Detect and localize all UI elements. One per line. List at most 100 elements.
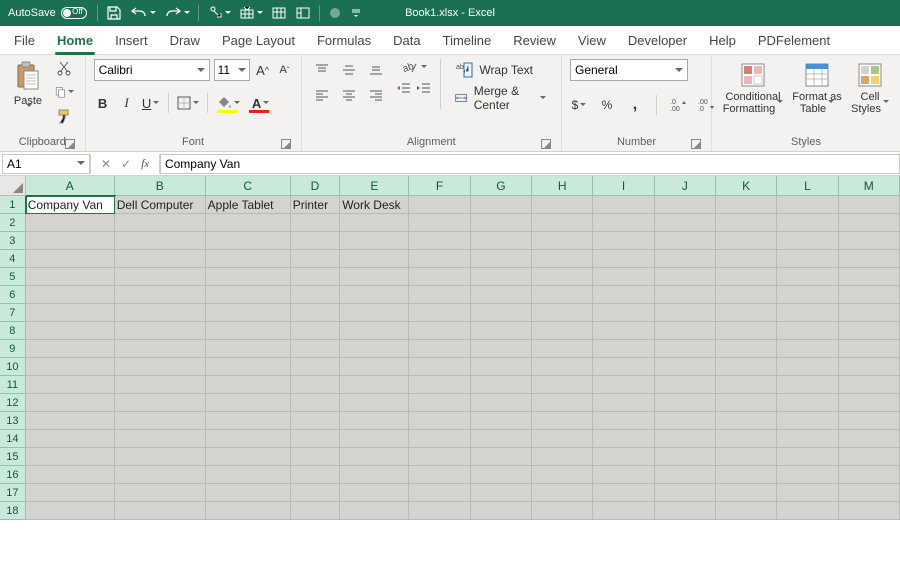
cell[interactable] [471, 430, 532, 448]
cell-styles-button[interactable]: Cell Styles [848, 59, 892, 115]
cell[interactable] [340, 430, 409, 448]
cell[interactable] [655, 430, 716, 448]
cell[interactable] [291, 466, 340, 484]
cell[interactable] [777, 232, 838, 250]
row-header[interactable]: 6 [0, 286, 26, 304]
merge-center-button[interactable]: Merge & Center [448, 87, 553, 109]
cell[interactable] [471, 484, 532, 502]
cell[interactable] [206, 232, 291, 250]
font-name-select[interactable]: Calibri [94, 59, 210, 81]
tab-help[interactable]: Help [707, 27, 738, 54]
number-dialog-launcher[interactable] [691, 139, 701, 149]
cell[interactable] [115, 394, 206, 412]
row-header[interactable]: 11 [0, 376, 26, 394]
cell[interactable] [839, 466, 900, 484]
cell[interactable] [777, 250, 838, 268]
cell[interactable] [777, 412, 838, 430]
cell[interactable] [716, 322, 777, 340]
cell[interactable] [115, 448, 206, 466]
cell[interactable] [593, 502, 654, 520]
tab-formulas[interactable]: Formulas [315, 27, 373, 54]
cell[interactable] [593, 250, 654, 268]
cell[interactable] [777, 376, 838, 394]
cell[interactable] [409, 340, 470, 358]
cell[interactable] [593, 214, 654, 232]
cell[interactable] [777, 286, 838, 304]
cell[interactable] [291, 250, 340, 268]
cell[interactable] [115, 340, 206, 358]
cell[interactable] [26, 286, 115, 304]
cell[interactable] [716, 448, 777, 466]
redo-icon[interactable] [164, 5, 190, 21]
cell[interactable] [716, 412, 777, 430]
cell[interactable] [532, 448, 593, 466]
cell[interactable] [409, 376, 470, 394]
autosave-toggle[interactable]: AutoSave Off [8, 7, 87, 19]
qat-icon-2[interactable] [239, 5, 263, 21]
cell[interactable] [593, 340, 654, 358]
cell[interactable] [291, 268, 340, 286]
cell[interactable] [655, 448, 716, 466]
font-size-select[interactable]: 11 [214, 59, 250, 81]
row-header[interactable]: 9 [0, 340, 26, 358]
cell[interactable] [532, 286, 593, 304]
cell[interactable] [593, 484, 654, 502]
cell[interactable] [839, 232, 900, 250]
cell[interactable] [532, 376, 593, 394]
cell[interactable] [839, 376, 900, 394]
cell[interactable] [206, 376, 291, 394]
cell[interactable] [26, 412, 115, 430]
cell[interactable] [716, 358, 777, 376]
cell[interactable]: Work Desk [340, 196, 409, 214]
column-header[interactable]: B [115, 176, 206, 196]
cell[interactable] [340, 394, 409, 412]
cell[interactable] [291, 430, 340, 448]
clipboard-dialog-launcher[interactable] [65, 139, 75, 149]
cell[interactable] [655, 196, 716, 214]
name-box[interactable]: A1 [2, 154, 90, 174]
cell[interactable] [206, 466, 291, 484]
cell[interactable] [655, 268, 716, 286]
cell[interactable] [291, 394, 340, 412]
cell[interactable] [291, 322, 340, 340]
cell[interactable] [471, 286, 532, 304]
cell[interactable] [532, 250, 593, 268]
cell[interactable] [532, 412, 593, 430]
cell[interactable] [115, 304, 206, 322]
cell[interactable] [655, 250, 716, 268]
align-center-icon[interactable] [337, 84, 361, 106]
row-header[interactable]: 7 [0, 304, 26, 322]
cell[interactable] [532, 394, 593, 412]
cell[interactable] [777, 430, 838, 448]
cell[interactable] [777, 448, 838, 466]
cell[interactable] [532, 358, 593, 376]
cell[interactable] [532, 322, 593, 340]
row-header[interactable]: 2 [0, 214, 26, 232]
worksheet-grid[interactable]: ABCDEFGHIJKLM 1Company VanDell ComputerA… [0, 176, 900, 520]
number-format-select[interactable]: General [570, 59, 688, 81]
cell[interactable] [115, 502, 206, 520]
cell[interactable] [26, 484, 115, 502]
cell[interactable] [26, 502, 115, 520]
cell[interactable] [655, 340, 716, 358]
cell[interactable] [26, 448, 115, 466]
cell[interactable] [716, 196, 777, 214]
cell[interactable] [340, 376, 409, 394]
cell[interactable] [655, 286, 716, 304]
cell[interactable] [593, 394, 654, 412]
qat-icon-3[interactable] [271, 5, 287, 21]
underline-button[interactable]: U [142, 93, 160, 113]
save-icon[interactable] [106, 5, 122, 21]
cell[interactable] [716, 430, 777, 448]
cell[interactable]: Company Van [26, 196, 115, 214]
cell[interactable] [26, 250, 115, 268]
comma-style-button[interactable]: , [626, 95, 644, 115]
cell[interactable] [206, 268, 291, 286]
cell[interactable] [471, 232, 532, 250]
cell[interactable] [471, 466, 532, 484]
cell[interactable] [655, 322, 716, 340]
cell[interactable] [26, 214, 115, 232]
cell[interactable] [471, 394, 532, 412]
cell[interactable] [716, 484, 777, 502]
bold-button[interactable]: B [94, 93, 112, 113]
